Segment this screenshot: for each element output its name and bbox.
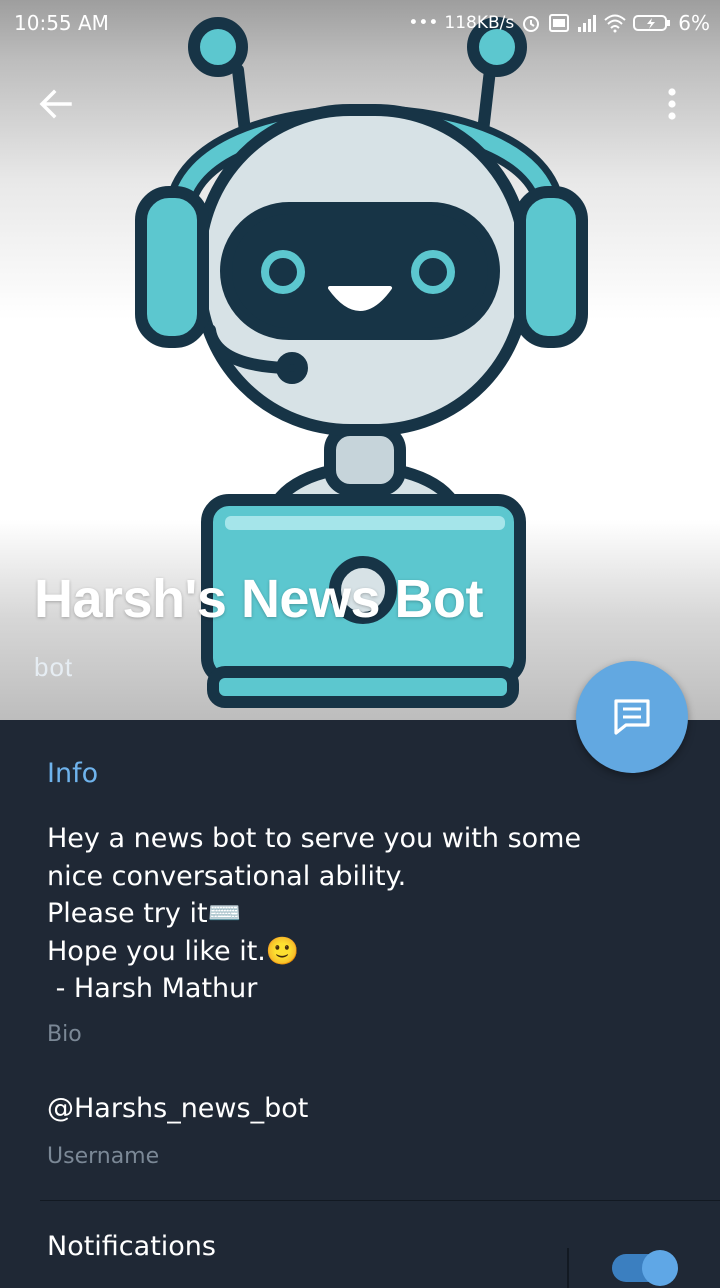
notifications-toggle[interactable]: [612, 1250, 678, 1286]
divider: [40, 1200, 720, 1201]
bio-line: Hope you like it.🙂: [47, 935, 300, 967]
bio-line: Hey a news bot to serve you with some: [47, 823, 582, 854]
username-label: Username: [47, 1144, 160, 1169]
bio-line: Please try it⌨️: [47, 898, 242, 929]
vertical-separator: [567, 1248, 569, 1288]
more-menu-button[interactable]: [658, 84, 686, 124]
toggle-knob: [642, 1250, 678, 1286]
profile-name: Harsh's News Bot: [34, 569, 483, 629]
battery-level: 6%: [678, 11, 710, 35]
network-speed: 118KB/s: [444, 13, 515, 33]
wifi-icon: [604, 14, 626, 33]
profile-subtitle: bot: [34, 652, 74, 682]
status-bar: 10:55 AM ••• 118KB/s 6%: [0, 0, 720, 48]
message-icon: [614, 699, 650, 735]
alarm-icon: [523, 16, 540, 32]
profile-header: 10:55 AM ••• 118KB/s 6% Harsh's News Bot…: [0, 0, 720, 720]
battery-charging-icon: [633, 15, 671, 31]
send-message-button[interactable]: [576, 661, 688, 773]
signal-icon: [578, 15, 597, 32]
dots-icon: •••: [408, 13, 439, 33]
notifications-label[interactable]: Notifications: [47, 1231, 216, 1262]
bio-text: Hey a news bot to serve you with some ni…: [47, 820, 697, 1008]
status-time: 10:55 AM: [14, 11, 109, 35]
bio-label: Bio: [47, 1022, 82, 1047]
back-button[interactable]: [36, 84, 76, 124]
profile-info-section: Info Hey a news bot to serve you with so…: [0, 720, 720, 1288]
status-icons: ••• 118KB/s 6%: [408, 11, 710, 35]
volte-icon: [549, 14, 570, 32]
info-section-title: Info: [47, 758, 99, 789]
bio-line: - Harsh Mathur: [47, 973, 258, 1004]
username-value[interactable]: @Harshs_news_bot: [47, 1093, 308, 1124]
bio-line: nice conversational ability.: [47, 860, 407, 892]
